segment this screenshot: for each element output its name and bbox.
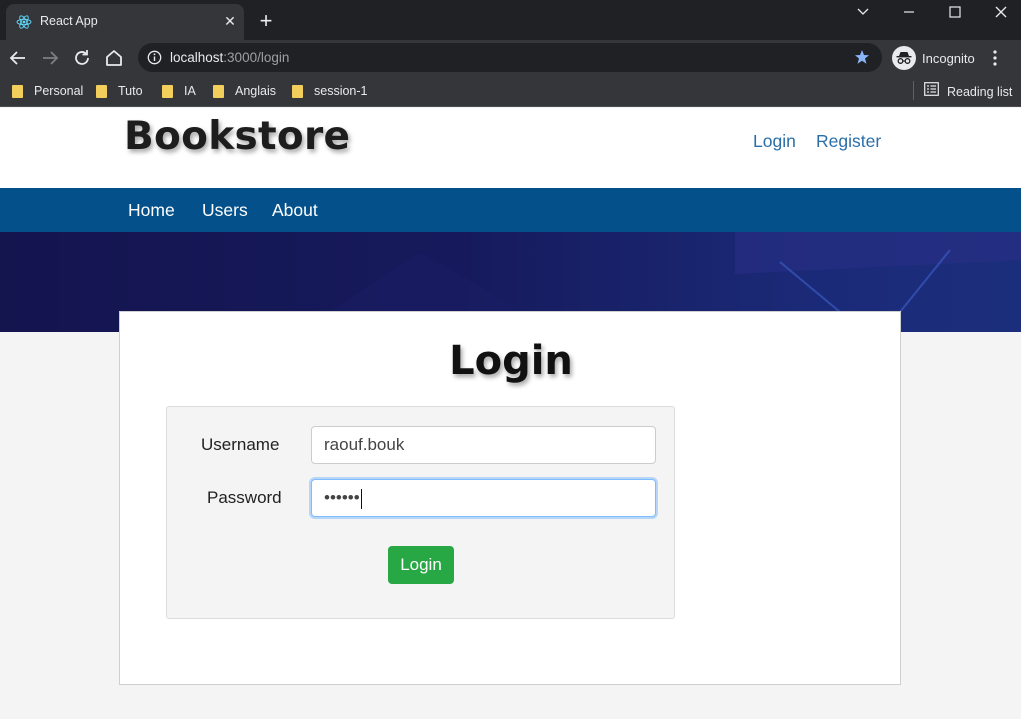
- bookmark-label: Tuto: [118, 84, 143, 98]
- url-text[interactable]: localhost:3000/login: [170, 50, 289, 65]
- nav-item-about[interactable]: About: [272, 200, 318, 221]
- bookmark-label: Anglais: [235, 84, 276, 98]
- tab-title: React App: [40, 14, 98, 28]
- nav-item-users[interactable]: Users: [202, 200, 248, 221]
- bookmarks-bar: Personal Tuto IA Anglais session-1 Readi…: [0, 76, 1021, 107]
- bookmarks-divider: [913, 81, 914, 100]
- reading-list-button[interactable]: Reading list: [924, 82, 1012, 101]
- incognito-label: Incognito: [922, 50, 975, 66]
- folder-icon: [213, 84, 224, 98]
- bookmark-label: session-1: [314, 84, 368, 98]
- nav-item-home[interactable]: Home: [128, 200, 175, 221]
- folder-icon: [96, 84, 107, 98]
- url-path: :3000/login: [223, 50, 290, 65]
- tab-close-icon[interactable]: ✕: [221, 12, 239, 30]
- password-label: Password: [207, 488, 282, 507]
- maximize-icon[interactable]: [940, 2, 970, 22]
- browser-tab[interactable]: React App ✕: [6, 4, 244, 40]
- home-icon[interactable]: [103, 47, 125, 69]
- new-tab-plus-icon[interactable]: +: [254, 10, 278, 34]
- bookmark-label: Personal: [34, 84, 84, 98]
- reading-list-label: Reading list: [947, 84, 1013, 99]
- folder-icon: [292, 84, 303, 98]
- login-card: Login Username raouf.bouk Password •••••…: [119, 311, 901, 685]
- login-page-title: Login: [449, 338, 573, 384]
- more-menu-icon[interactable]: [992, 49, 998, 72]
- bookmark-folder-anglais[interactable]: Anglais: [213, 82, 276, 100]
- url-host: localhost: [170, 50, 224, 65]
- browser-tabstrip: React App ✕ +: [0, 0, 1021, 40]
- bookmark-folder-tuto[interactable]: Tuto: [96, 82, 143, 100]
- tab-search-chevron-icon[interactable]: [848, 2, 878, 22]
- site-header: Bookstore Login Register: [0, 108, 1021, 188]
- folder-icon: [162, 84, 173, 98]
- username-field[interactable]: raouf.bouk: [311, 426, 656, 464]
- back-arrow-icon[interactable]: [7, 47, 29, 69]
- incognito-profile-button[interactable]: Incognito: [890, 44, 975, 72]
- incognito-icon: [892, 46, 916, 70]
- login-submit-button[interactable]: Login: [388, 546, 454, 584]
- password-mask: ••••••: [324, 488, 360, 507]
- reload-icon[interactable]: [71, 47, 93, 69]
- browser-toolbar: localhost:3000/login Incognito: [0, 40, 1021, 76]
- brand-logo-text[interactable]: Bookstore: [124, 114, 350, 159]
- bookmark-label: IA: [184, 84, 196, 98]
- address-bar[interactable]: localhost:3000/login: [138, 43, 882, 72]
- username-label: Username: [201, 435, 280, 454]
- minimize-icon[interactable]: [894, 2, 924, 22]
- bookmark-folder-ia[interactable]: IA: [162, 82, 196, 100]
- bookmark-folder-personal[interactable]: Personal: [12, 82, 83, 100]
- header-register-link[interactable]: Register: [816, 131, 881, 152]
- text-caret: [360, 488, 362, 509]
- bookmark-folder-session-1[interactable]: session-1: [292, 82, 368, 100]
- react-icon: [16, 14, 32, 30]
- reading-list-icon: [924, 82, 939, 101]
- main-navbar: Home Users About: [0, 188, 1021, 232]
- close-window-icon[interactable]: [986, 2, 1016, 22]
- header-login-link[interactable]: Login: [753, 131, 796, 152]
- password-field[interactable]: ••••••: [311, 479, 656, 517]
- folder-icon: [12, 84, 23, 98]
- forward-arrow-icon[interactable]: [39, 47, 61, 69]
- login-form: Username raouf.bouk Password •••••• Logi…: [166, 406, 675, 619]
- bookmark-star-icon[interactable]: [854, 49, 870, 70]
- site-info-icon[interactable]: [147, 50, 162, 70]
